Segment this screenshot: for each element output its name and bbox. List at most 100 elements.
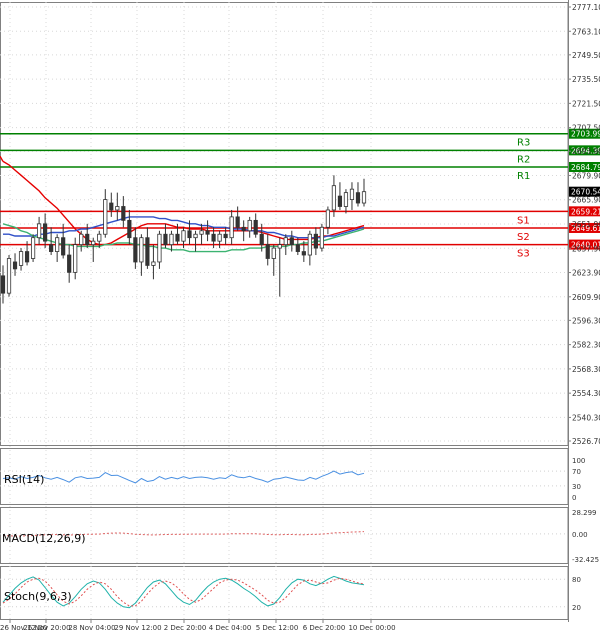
price-tick-label: 2582.30 bbox=[572, 341, 600, 350]
candle-body bbox=[79, 233, 84, 246]
level-label-s2: S2 bbox=[517, 232, 530, 243]
price-tick-label: 2568.30 bbox=[572, 365, 600, 374]
price-tick-label: 2679.90 bbox=[572, 171, 600, 180]
candle-body bbox=[43, 223, 48, 242]
macd-label: MACD(12,26,9) bbox=[2, 532, 86, 545]
candle-body bbox=[223, 233, 228, 239]
candle-body bbox=[187, 230, 192, 239]
candle-body bbox=[85, 233, 90, 246]
candle-body bbox=[193, 233, 198, 239]
price-tick-label: 2623.90 bbox=[572, 269, 600, 278]
candle-body bbox=[6, 258, 12, 294]
price-tick-label: 2763.10 bbox=[572, 27, 600, 36]
candle-body bbox=[205, 230, 210, 235]
current-price-label: 2670.54 bbox=[571, 188, 600, 197]
candle-body bbox=[103, 199, 108, 235]
stoch-tick-label: 80 bbox=[572, 576, 581, 584]
time-tick-label: 5 Dec 12:00 bbox=[256, 624, 299, 632]
trading-chart[interactable]: R3 2703.99 R2 2694.39 R1 2684.79 S1 2659.21 S2 26… bbox=[0, 0, 600, 636]
price-tick-label: 2665.90 bbox=[572, 196, 600, 205]
candle-body bbox=[349, 188, 355, 200]
candle-body bbox=[151, 261, 156, 266]
time-tick-label: 29 Nov 12:00 bbox=[114, 624, 161, 632]
candle-body bbox=[97, 233, 102, 242]
candle-body bbox=[30, 237, 36, 259]
price-tick-label: 2721.50 bbox=[572, 99, 600, 108]
candle-body bbox=[319, 226, 324, 249]
macd-tick-label: -32.425 bbox=[572, 556, 599, 564]
rsi-label: RSI(14) bbox=[4, 473, 44, 486]
candle-body bbox=[229, 216, 234, 239]
candle-body bbox=[157, 233, 162, 263]
level-label-s3: S3 bbox=[517, 249, 530, 260]
candle-body bbox=[169, 233, 174, 246]
candle-body bbox=[343, 192, 349, 207]
level-label-s1: S1 bbox=[517, 215, 530, 226]
candle-body bbox=[271, 247, 276, 259]
time-tick-label: 28 Nov 04:00 bbox=[68, 624, 115, 632]
price-tick-label: 2693.90 bbox=[572, 147, 600, 156]
candle-body bbox=[18, 251, 24, 266]
price-tick-label: 2609.90 bbox=[572, 293, 600, 302]
time-tick-label: 10 Dec 00:00 bbox=[348, 624, 395, 632]
chart-background bbox=[0, 0, 600, 636]
candle-body bbox=[295, 244, 300, 252]
candle-body bbox=[211, 233, 216, 242]
candle-body bbox=[361, 191, 367, 204]
candle-body bbox=[0, 275, 6, 294]
price-tick-label: 2554.30 bbox=[572, 389, 600, 398]
candle-body bbox=[235, 216, 240, 228]
chart-svg[interactable]: R32703.99R22694.39R12684.79S12659.21S226… bbox=[0, 0, 600, 636]
candle-body bbox=[259, 233, 264, 246]
price-tick-label: 2735.50 bbox=[572, 75, 600, 84]
stoch-tick-label: 20 bbox=[572, 604, 581, 612]
candle-body bbox=[133, 237, 138, 263]
candle-body bbox=[265, 244, 270, 259]
candle-body bbox=[277, 244, 282, 249]
candle-body bbox=[55, 237, 60, 252]
candle-body bbox=[127, 219, 132, 239]
candle-body bbox=[91, 240, 96, 246]
candle-body bbox=[61, 237, 66, 256]
candle-body bbox=[12, 261, 18, 270]
rsi-tick-label: 0 bbox=[572, 494, 576, 502]
time-tick-label: 26 Nov 20:00 bbox=[23, 624, 70, 632]
candle-body bbox=[67, 254, 72, 273]
candle-body bbox=[337, 195, 343, 207]
candle-body bbox=[283, 237, 288, 246]
candle-body bbox=[24, 251, 30, 263]
candle-body bbox=[217, 233, 222, 242]
candle-body bbox=[115, 206, 120, 211]
candle-body bbox=[199, 230, 204, 235]
price-tick-label: 2526.70 bbox=[572, 437, 600, 446]
price-tick-label: 2651.90 bbox=[572, 220, 600, 229]
level-price-label: 2659.21 bbox=[571, 207, 600, 216]
price-tick-label: 2596.30 bbox=[572, 316, 600, 325]
candle-body bbox=[241, 226, 246, 232]
candle-body bbox=[301, 251, 306, 256]
candle-body bbox=[331, 185, 337, 211]
candle-body bbox=[307, 233, 312, 256]
candle-body bbox=[355, 192, 361, 204]
time-tick-label: 4 Dec 04:00 bbox=[209, 624, 252, 632]
candle-body bbox=[313, 233, 318, 249]
candle-body bbox=[181, 230, 186, 242]
level-label-r3: R3 bbox=[517, 138, 530, 149]
candle-body bbox=[37, 223, 42, 239]
level-label-r1: R1 bbox=[517, 171, 530, 182]
price-tick-label: 2777.10 bbox=[572, 3, 600, 12]
candle-body bbox=[325, 209, 331, 228]
rsi-tick-label: 30 bbox=[572, 483, 581, 491]
level-label-r2: R2 bbox=[517, 154, 530, 165]
price-tick-label: 2707.50 bbox=[572, 124, 600, 133]
rsi-tick-label: 100 bbox=[572, 457, 585, 465]
candle-body bbox=[109, 202, 114, 211]
candle-body bbox=[175, 233, 180, 242]
candle-body bbox=[247, 219, 252, 232]
candle-body bbox=[139, 237, 144, 263]
rsi-tick-label: 70 bbox=[572, 468, 581, 476]
stoch-label: Stoch(9,6,3) bbox=[4, 590, 72, 603]
price-tick-label: 2637.90 bbox=[572, 244, 600, 253]
candle-body bbox=[253, 219, 258, 235]
time-tick-label: 2 Dec 20:00 bbox=[164, 624, 207, 632]
